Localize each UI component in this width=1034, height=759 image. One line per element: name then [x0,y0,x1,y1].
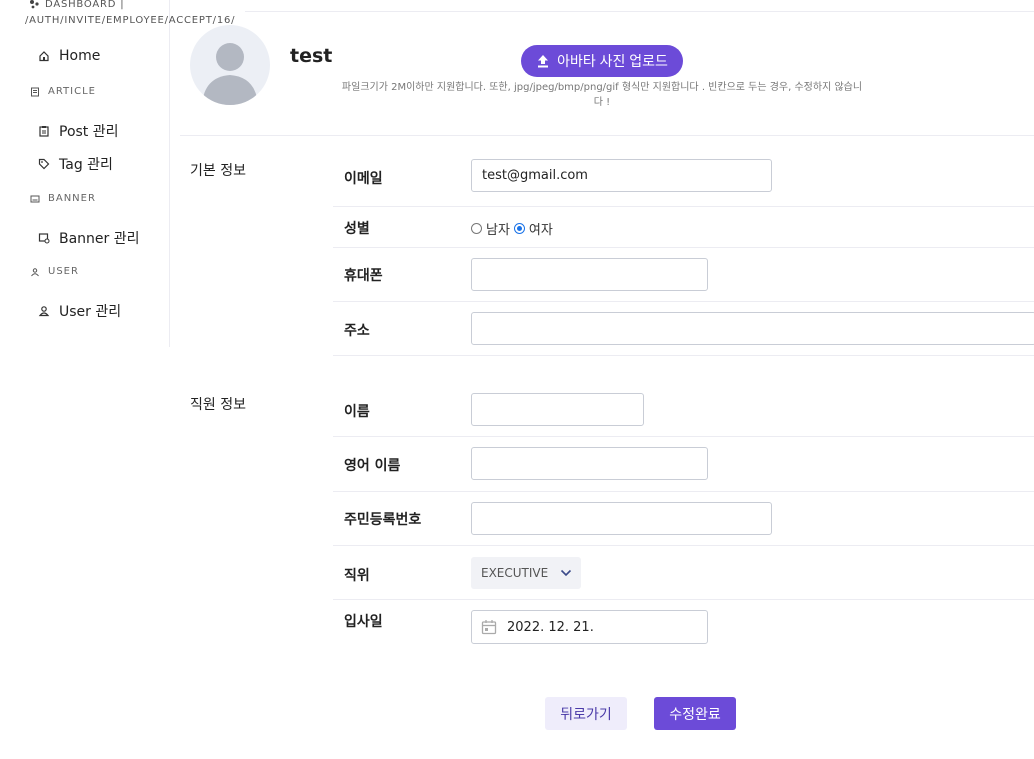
dashboard-icon [30,0,39,9]
sidebar-section-banner: BANNER [30,193,96,204]
sidebar-item-label: User 관리 [59,304,122,320]
join-date-field[interactable]: 2022. 12. 21. [471,610,708,644]
gender-male-radio[interactable] [471,223,482,234]
top-divider [245,11,1034,12]
sidebar-item-banner[interactable]: Banner 관리 [38,228,140,248]
row-divider [333,599,1034,600]
header-divider [180,135,1034,136]
breadcrumb-root[interactable]: DASHBOARD | [45,0,124,10]
sidebar-item-label: Banner 관리 [59,231,140,247]
upload-help-text: 파일크기가 2M이하만 지원합니다. 또한, jpg/jpeg/bmp/png/… [341,82,863,108]
users-icon [31,267,39,276]
gender-female-label: 여자 [528,223,553,238]
position-label: 직위 [344,568,370,584]
join-date-label: 입사일 [344,614,383,630]
gender-male-label: 남자 [486,223,510,238]
tag-icon [38,158,50,170]
upload-avatar-label: 아바타 사진 업로드 [557,53,668,69]
employee-info-title: 직원 정보 [190,397,246,413]
position-select[interactable]: EXECUTIVE [471,557,581,589]
row-divider [333,247,1034,248]
sidebar-item-label: Home [59,48,101,64]
sidebar-item-home[interactable]: Home [38,48,100,64]
breadcrumb: DASHBOARD | /AUTH/INVITE/EMPLOYEE/ACCEPT… [25,0,245,29]
phone-label: 휴대폰 [344,268,383,284]
join-date-value: 2022. 12. 21. [507,619,594,635]
email-field[interactable] [471,159,772,192]
position-value: EXECUTIVE [481,566,549,580]
resident-number-label: 주민등록번호 [344,512,422,528]
sidebar-item-post[interactable]: Post 관리 [38,121,119,141]
gender-label: 성별 [344,221,370,237]
home-icon [39,51,49,62]
submit-button[interactable]: 수정완료 [654,697,736,730]
english-name-label: 영어 이름 [344,458,401,474]
phone-field[interactable] [471,258,708,291]
calendar-icon [481,620,497,635]
default-avatar-icon [202,43,258,105]
gender-female-radio[interactable] [513,223,525,234]
banner-icon [30,195,40,202]
row-divider [333,301,1034,302]
sidebar-item-tag[interactable]: Tag 관리 [38,154,113,174]
sidebar-item-label: Tag 관리 [59,157,113,173]
row-divider [333,355,1034,356]
basic-info-title: 기본 정보 [190,163,246,179]
address-label: 주소 [344,323,370,339]
sidebar-section-article: ARTICLE [30,86,96,97]
user-icon [38,306,50,317]
breadcrumb-path: /AUTH/INVITE/EMPLOYEE/ACCEPT/16/ [25,15,236,26]
chevron-down-icon [561,569,572,577]
sidebar-item-user[interactable]: User 관리 [38,301,121,321]
address-field[interactable] [471,312,1034,345]
resident-number-field[interactable] [471,502,772,535]
gender-radio-group: 남자 여자 [471,219,553,238]
english-name-field[interactable] [471,447,708,480]
clipboard-icon [39,126,49,137]
sidebar-section-user: USER [30,266,79,277]
avatar [190,25,270,105]
sidebar-section-label: USER [48,266,79,277]
sidebar: DASHBOARD | /AUTH/INVITE/EMPLOYEE/ACCEPT… [0,0,235,347]
username: test [290,45,333,67]
upload-avatar-button[interactable]: 아바타 사진 업로드 [521,45,683,77]
banner-edit-icon [38,233,50,244]
email-label: 이메일 [344,171,383,187]
name-field[interactable] [471,393,644,426]
row-divider [333,436,1034,437]
sidebar-section-label: BANNER [48,193,96,204]
upload-icon [538,55,549,68]
name-label: 이름 [344,404,370,420]
back-button[interactable]: 뒤로가기 [545,697,627,730]
sidebar-item-label: Post 관리 [59,124,119,140]
row-divider [333,491,1034,492]
article-icon [31,87,39,96]
row-divider [333,206,1034,207]
sidebar-section-label: ARTICLE [48,86,96,97]
row-divider [333,545,1034,546]
